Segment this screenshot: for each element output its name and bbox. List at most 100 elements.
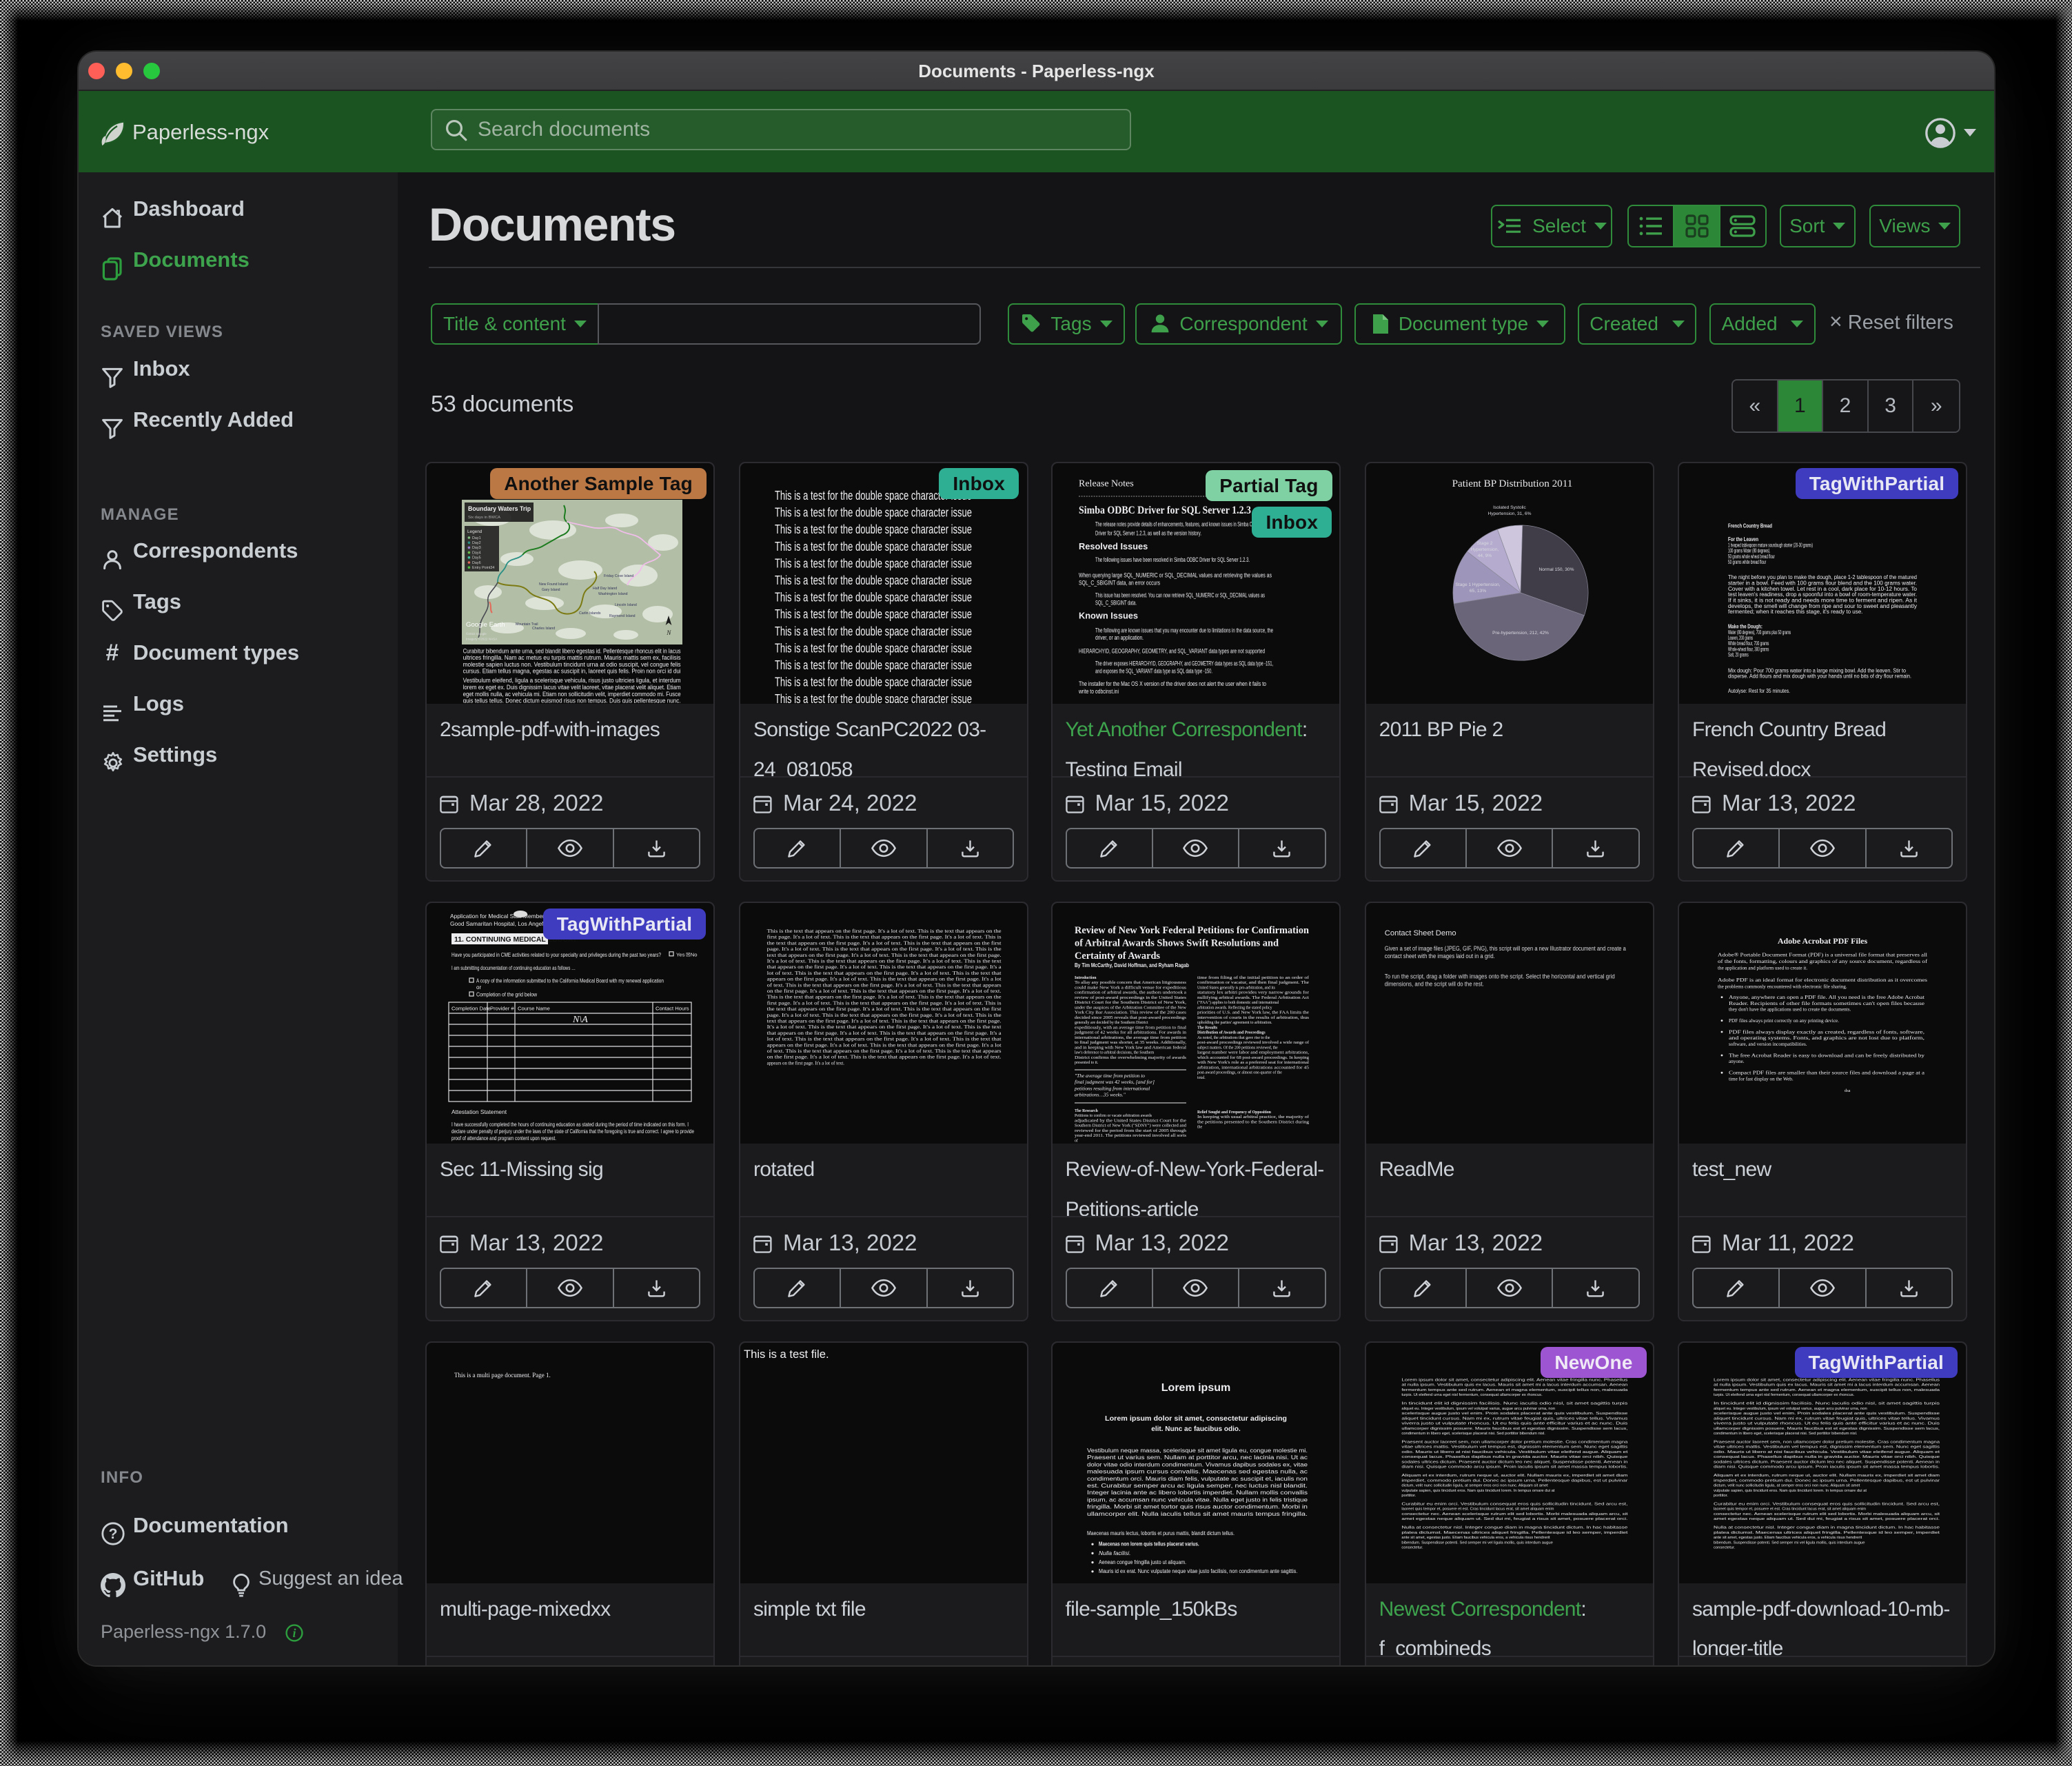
svg-text:scelerisque augue justo vel en: scelerisque augue justo vel enim. Proin … (1401, 1412, 1627, 1416)
svg-text:French Country Bread: French Country Bread (1728, 522, 1772, 529)
svg-text:malesuada ipsum cursus convall: malesuada ipsum cursus convallis. Maecen… (1087, 1468, 1308, 1474)
svg-text:and in keeping with New York l: and in keeping with New York law and Ame… (1075, 1045, 1186, 1050)
svg-text:This is a multi page document.: This is a multi page document. Page 1. (454, 1372, 551, 1379)
svg-text:reviewed for the period from t: reviewed for the period from the start o… (1075, 1128, 1186, 1133)
svg-text:dictum, velit nunc sollicitudi: dictum, velit nunc sollicitudin ligula, … (1401, 1483, 1548, 1488)
svg-text:Application for Medical Staff: Application for Medical Staff Members… (450, 913, 553, 920)
svg-text:Southern District of New York: Southern District of New York ("SDNY") w… (1075, 1124, 1186, 1128)
svg-text:Pre-hypertension, 212, 42%: Pre-hypertension, 212, 42% (1492, 631, 1549, 636)
svg-text:first page. It's a lot of text: first page. It's a lot of text. This is … (767, 1001, 1002, 1006)
svg-text:dsa: dsa (1845, 1088, 1851, 1093)
svg-text:Anyone, anywhere can open a PD: Anyone, anywhere can open a PDF file. Al… (1729, 995, 1924, 1000)
svg-text:New Found Island: New Found Island (539, 582, 568, 587)
svg-text:of: of (1075, 1138, 1078, 1143)
svg-text:HIERARCHYID, GEOGRAPHY, GEOMET: HIERARCHYID, GEOGRAPHY, GEOMETRY, and SQ… (1079, 647, 1265, 655)
svg-text:post-award proceedings, or alm: post-award proceedings, or almost one-qu… (1197, 1070, 1282, 1075)
svg-text:of text. This is the text that: of text. This is the text that appears o… (767, 1049, 1002, 1054)
svg-text:Review of New York Federal Pet: Review of New York Federal Petitions for… (1075, 925, 1309, 936)
svg-text:time for fast display on the W: time for fast display on the Web. (1729, 1076, 1794, 1082)
svg-text:The following are known issues: The following are known issues that you … (1095, 627, 1273, 633)
svg-text:sodales ultrices dictum. Praes: sodales ultrices dictum. Praesent auctor… (1714, 1460, 1940, 1464)
svg-text:cursus. Etiam tellus magna, eg: cursus. Etiam tellus magna, egestas ac s… (463, 668, 681, 675)
svg-text:Contact Hours: Contact Hours (656, 1006, 689, 1012)
svg-text:Patient BP Distribution 2011: Patient BP Distribution 2011 (1452, 478, 1572, 489)
svg-text:text that appears on the first: text that appears on the first page. It'… (767, 953, 1002, 958)
svg-text:imperdiet, commodo pretium dui: imperdiet, commodo pretium dui. Donec ac… (1714, 1479, 1940, 1483)
svg-text:vulputate sapien, quis tincidu: vulputate sapien, quis tincidunt eros. N… (1401, 1489, 1554, 1493)
svg-text:Day5: Day5 (472, 556, 481, 560)
svg-text:nullifying arbitral awards. Th: nullifying arbitral awards. The Federal … (1197, 995, 1309, 1000)
svg-text:This is a test for the double: This is a test for the double space char… (775, 539, 972, 554)
svg-text:laoreet quis tempor et, posuer: laoreet quis tempor et, posuere et est. … (1401, 1508, 1554, 1512)
svg-text:lot of text. This is the text: lot of text. This is the text that appea… (767, 971, 1002, 976)
svg-text:ullamcorper dignissim posuere.: ullamcorper dignissim posuere. Mauris fa… (1401, 1427, 1628, 1431)
svg-text:PDF files always display exact: PDF files always display exactly as crea… (1729, 1029, 1924, 1035)
svg-text:Completion Date: Completion Date (451, 1006, 491, 1012)
svg-text:Aliquam et ex interdum, rutrum: Aliquam et ex interdum, rutrum neque ut,… (1401, 1474, 1627, 1478)
svg-text:software, and version incompat: software, and version incompatibilities. (1729, 1042, 1807, 1047)
svg-text:Yes: Yes (676, 952, 685, 958)
svg-text:the text that appears on the f: the text that appears on the first page.… (767, 1007, 1002, 1012)
svg-text:SQL_C_SBIGINT data, an error o: SQL_C_SBIGINT data, an error occurs (1079, 579, 1160, 587)
svg-text:Washington Island: Washington Island (598, 592, 628, 596)
svg-text:imperdiet, commodo pretium dui: imperdiet, commodo pretium dui. Donec ac… (1401, 1479, 1627, 1483)
svg-text:text that appears on the first: text that appears on the first page. It'… (767, 1019, 1002, 1024)
svg-text:Compact PDF files are smaller: Compact PDF files are smaller than their… (1729, 1070, 1925, 1076)
svg-text:SQL_C_SBIGINT data.: SQL_C_SBIGINT data. (1095, 599, 1137, 606)
svg-text:Nulla facilisi.: Nulla facilisi. (1099, 1550, 1131, 1556)
svg-text:with New York's role as a pref: with New York's role as a preferred seat… (1197, 1060, 1309, 1065)
svg-text:laoreet quis tempor et, posuer: laoreet quis tempor et, posuere et est. … (1714, 1508, 1866, 1512)
svg-text:Resolved Issues: Resolved Issues (1079, 541, 1148, 551)
svg-text:fermentum tempus ante sed rutr: fermentum tempus ante sed rutrum. Aenean… (1401, 1388, 1628, 1392)
svg-text:of the fonts, formatting, colo: of the fonts, formatting, colours and gr… (1718, 959, 1928, 964)
svg-text:Attestation Statement: Attestation Statement (451, 1108, 507, 1115)
svg-text:could make New York a difficul: could make New York a difficult venue fo… (1075, 985, 1187, 990)
svg-text:statutory lex arbitri provides: statutory lex arbitri provides very narr… (1197, 991, 1309, 995)
svg-text:The release notes provide deta: The release notes provide details of enh… (1095, 521, 1261, 528)
svg-text:post-award proceedings reviewe: post-award proceedings reviewed involved… (1197, 1040, 1309, 1045)
svg-text:i: i (293, 1626, 296, 1640)
svg-text:judgment of 42 weeks for all a: judgment of 42 weeks for all arbitration… (1073, 1031, 1186, 1035)
svg-text:65, 13%: 65, 13% (1469, 589, 1485, 593)
svg-text:they don't have the applicatio: they don't have the applications used to… (1729, 1007, 1851, 1013)
svg-text:on the first page. It's a lot: on the first page. It's a lot of text. T… (767, 989, 1002, 994)
svg-text:Salt, 20 grams: Salt, 20 grams (1728, 651, 1749, 658)
svg-text:This is a test for the double: This is a test for the double space char… (775, 522, 972, 536)
svg-text:This is a test for the double: This is a test for the double space char… (775, 691, 972, 703)
svg-text:I have successfully completed: I have successfully completed the hours … (451, 1121, 689, 1128)
svg-text:adjudicated by the United Stat: adjudicated by the United States Distric… (1075, 1118, 1187, 1123)
svg-text:ullamcorper dignissim posuere.: ullamcorper dignissim posuere. Mauris fa… (1714, 1427, 1940, 1431)
svg-text:?: ? (109, 1526, 118, 1542)
svg-text:"The average time from petitio: "The average time from petition to (1075, 1073, 1145, 1079)
svg-text:of Arbitral Awards Shows Swift: of Arbitral Awards Shows Swift Resolutio… (1075, 938, 1279, 949)
svg-text:quis tellus tellus. Donec dict: quis tellus tellus. Donec dictum euismod… (463, 698, 681, 703)
svg-text:anyone.: anyone. (1729, 1059, 1745, 1064)
svg-text:PDF files always print correct: PDF files always print correctly on any … (1729, 1018, 1839, 1024)
svg-text:Imagery ©2022 NASA: Imagery ©2022 NASA (466, 637, 498, 641)
svg-text:at nulla ipsum. Vestibulum qui: at nulla ipsum. Vestibulum quis ex lacus… (1401, 1383, 1627, 1387)
svg-text:The Research: The Research (1075, 1109, 1099, 1113)
svg-text:arbitration, international arb: arbitration, international arbitrations … (1197, 1065, 1309, 1070)
svg-text:condimentum orci. Mauris diam: condimentum orci. Mauris diam felis, vul… (1087, 1476, 1308, 1482)
svg-text:York City Bar Association. Thi: York City Bar Association. This review o… (1075, 1011, 1187, 1015)
svg-text:44, 9%: 44, 9% (1477, 554, 1492, 558)
svg-text:Curabitur eu enim orci. Vestib: Curabitur eu enim orci. Vestibulum conse… (1714, 1502, 1940, 1506)
svg-text:decided since 2005 reveals tha: decided since 2005 reveals that post-awa… (1075, 1016, 1187, 1020)
svg-text:Carlin Islands: Carlin Islands (579, 611, 601, 616)
svg-text:and exposes the SQL_VARIANT da: and exposes the SQL_VARIANT data type as… (1095, 667, 1212, 674)
svg-text:Hypertension,: Hypertension, (1470, 547, 1499, 552)
svg-text:Six days in BWCA: Six days in BWCA (468, 516, 500, 520)
svg-text:Normal 150, 30%: Normal 150, 30% (1538, 567, 1574, 572)
svg-text:sodales ultrices dictum. Praes: sodales ultrices dictum. Praesent auctor… (1401, 1460, 1627, 1464)
svg-text:Nulla at consectetur nisl. Int: Nulla at consectetur nisl. Integer congu… (1401, 1525, 1627, 1530)
svg-text:the text that appears on the f: the text that appears on the first page.… (767, 941, 1002, 946)
svg-text:Aenean congue fringilla justo: Aenean congue fringilla justo ut aliquam… (1099, 1559, 1186, 1565)
svg-text:Stage 2: Stage 2 (1476, 541, 1492, 546)
svg-text:Praesent auctor laoreet sem, n: Praesent auctor laoreet sem, non ullamco… (1714, 1440, 1940, 1444)
svg-text:intervention of courts in the: intervention of courts in the results of… (1197, 1015, 1310, 1020)
svg-text:lorem ex eget ex. Duis digniss: lorem ex eget ex. Duis dignissim lacus v… (463, 684, 681, 691)
svg-text:When querying large SQL_NUMERI: When querying large SQL_NUMERIC or SQL_D… (1079, 572, 1272, 580)
svg-text:To run the script, drag a fold: To run the script, drag a folder with im… (1384, 973, 1614, 980)
svg-text:I am submitting documentation: I am submitting documentation of continu… (451, 965, 576, 971)
svg-text:Driver for SQL Server 1.2.3, a: Driver for SQL Server 1.2.3, as well as … (1095, 529, 1201, 536)
